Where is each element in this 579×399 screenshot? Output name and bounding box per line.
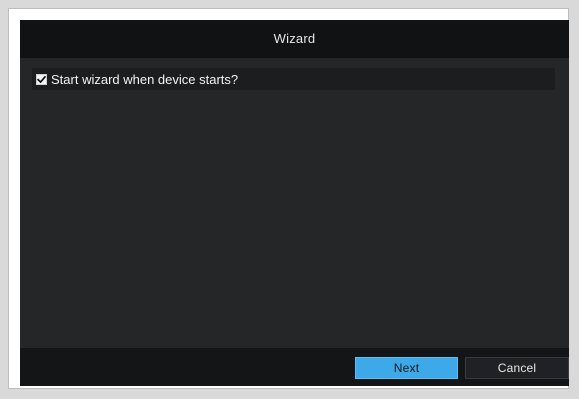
dialog-title-bar: Wizard: [20, 20, 569, 58]
start-wizard-checkbox[interactable]: [36, 73, 47, 85]
checkmark-icon: [37, 75, 46, 83]
dialog-footer: Next Cancel: [20, 348, 569, 386]
dialog-content: Start wizard when device starts?: [20, 58, 569, 348]
start-wizard-option[interactable]: Start wizard when device starts?: [32, 68, 555, 90]
next-button[interactable]: Next: [355, 357, 458, 379]
dialog-title: Wizard: [273, 31, 316, 46]
cancel-button[interactable]: Cancel: [465, 357, 569, 379]
wizard-dialog: Wizard Start wizard when device starts? …: [20, 20, 569, 386]
start-wizard-label: Start wizard when device starts?: [51, 71, 239, 87]
